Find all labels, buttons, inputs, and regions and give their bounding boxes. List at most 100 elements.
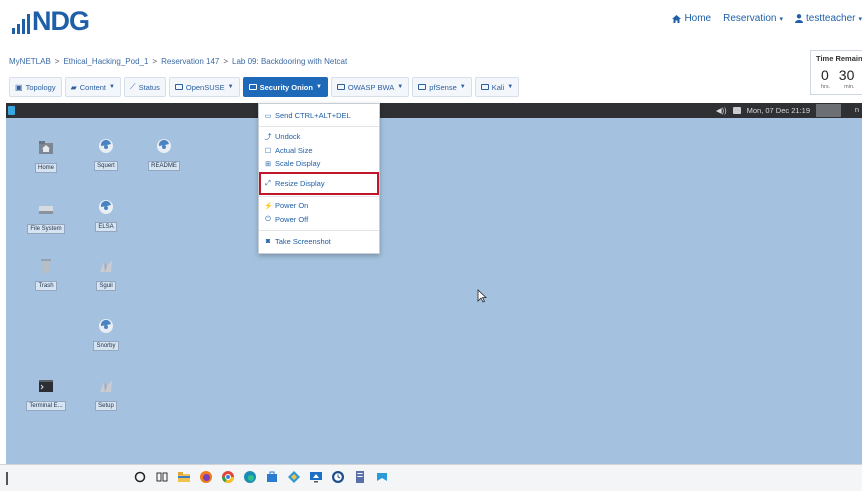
menu-item-power-off[interactable]: ⏻ Power Off xyxy=(264,214,308,225)
mouse-pointer-icon xyxy=(477,289,487,303)
vm-tab-pfsense[interactable]: pfSense ▼ xyxy=(412,77,472,97)
vm-desktop[interactable]: ◀)) Mon, 07 Dec 21:19 n Home Squert READ… xyxy=(6,103,862,485)
menu-item-label: Scale Display xyxy=(275,159,321,168)
breadcrumb-pod[interactable]: Ethical_Hacking_Pod_1 xyxy=(63,57,148,66)
chrome-icon[interactable] xyxy=(219,467,237,487)
vm-tab-opensuse[interactable]: OpenSUSE ▼ xyxy=(168,77,240,97)
topology-button[interactable]: ▣ Topology xyxy=(9,77,62,97)
logo-bars-icon xyxy=(12,12,30,34)
menu-item-label: Actual Size xyxy=(275,146,313,155)
menu-item-scale-display[interactable]: ⊞ Scale Display xyxy=(264,158,320,169)
desktop-icon-terminal[interactable]: Terminal E... xyxy=(24,378,68,412)
caret-down-icon: ▼ xyxy=(227,84,234,90)
time-remaining-panel: Time Remaining 0 30 hrs. min. xyxy=(810,50,862,95)
caret-down-icon: ▼ xyxy=(315,84,322,90)
desktop-icon-trash[interactable]: Trash xyxy=(24,258,68,292)
desktop-icon-label: Snorby xyxy=(93,341,119,351)
monitor-icon xyxy=(336,84,345,90)
content-dropdown[interactable]: ▰ Content ▼ xyxy=(64,77,121,97)
desktop-icon-setup[interactable]: Setup xyxy=(84,378,128,412)
home-folder-icon xyxy=(39,141,53,154)
desktop-icon-label: README xyxy=(148,161,180,171)
user-icon xyxy=(795,14,803,23)
breadcrumb-mynetlab[interactable]: MyNETLAB xyxy=(9,57,51,66)
menu-item-label: Take Screenshot xyxy=(275,237,331,246)
desktop-icon-squert[interactable]: Squert xyxy=(84,138,128,172)
setup-icon xyxy=(100,380,112,392)
desktop-icon-label: Setup xyxy=(95,401,117,411)
reservation-menu-label: Reservation xyxy=(723,13,777,24)
caret-down-icon: ▼ xyxy=(109,84,115,90)
app-diamond-icon[interactable] xyxy=(285,467,303,487)
menu-item-power-on[interactable]: ⚡ Power On xyxy=(264,200,308,211)
home-link-label: Home xyxy=(684,13,712,24)
vm-tab-opensuse-label: OpenSUSE xyxy=(185,82,225,92)
store-icon[interactable] xyxy=(263,467,281,487)
notepad-icon[interactable] xyxy=(351,467,369,487)
app-menu-icon[interactable] xyxy=(8,106,15,115)
menu-item-label: Send CTRL+ALT+DEL xyxy=(275,111,351,120)
desktop-icon-sguil[interactable]: Sguil xyxy=(84,258,128,292)
task-view-icon[interactable] xyxy=(153,467,171,487)
volume-icon[interactable]: ◀)) xyxy=(716,106,727,115)
caret-down-icon: ▼ xyxy=(397,84,404,90)
breadcrumb-separator-icon: > xyxy=(223,57,229,66)
menu-item-label: Undock xyxy=(275,132,301,141)
workspace-indicator[interactable] xyxy=(816,104,841,117)
desktop-icon-readme[interactable]: README xyxy=(142,138,186,172)
caret-down-icon: ▾ xyxy=(858,15,862,23)
time-minutes-unit: min. xyxy=(844,84,855,90)
monitor-icon xyxy=(418,84,427,90)
time-remaining-title: Time Remaining xyxy=(816,54,862,63)
elsa-icon xyxy=(99,200,113,214)
search-icon[interactable] xyxy=(131,467,149,487)
clock-app-icon[interactable] xyxy=(329,467,347,487)
breadcrumb-reservation[interactable]: Reservation 147 xyxy=(161,57,219,66)
desktop-icon-elsa[interactable]: ELSA xyxy=(84,199,128,233)
desktop-icon-label: Squert xyxy=(94,161,118,171)
keyboard-icon: ▭ xyxy=(264,112,272,120)
vm-tab-kali[interactable]: Kali ▼ xyxy=(474,77,520,97)
scale-icon: ⊞ xyxy=(265,160,271,168)
host-taskbar xyxy=(0,464,862,491)
desktop-icon-snorby[interactable]: Snorby xyxy=(84,318,128,352)
desktop-icon-label: File System xyxy=(27,224,65,234)
menu-item-undock[interactable]: ⤴ Undock xyxy=(264,131,301,142)
file-explorer-icon[interactable] xyxy=(175,467,193,487)
home-link[interactable]: Home xyxy=(672,13,711,24)
menu-item-send-ctrl-alt-del[interactable]: ▭ Send CTRL+ALT+DEL xyxy=(264,110,351,121)
hard-drive-icon xyxy=(39,206,53,214)
desktop-icon-label: Home xyxy=(34,163,57,173)
vm-tab-security-onion-label: Security Onion xyxy=(259,82,313,92)
monitor-icon xyxy=(248,84,257,90)
menu-item-actual-size[interactable]: ☐ Actual Size xyxy=(264,145,313,156)
puzzle-app-icon[interactable] xyxy=(373,467,391,487)
power-off-icon: ⏻ xyxy=(265,215,271,223)
vm-tab-pfsense-label: pfSense xyxy=(429,82,457,92)
vm-tab-owasp[interactable]: OWASP BWA ▼ xyxy=(330,77,410,97)
reservation-menu[interactable]: Reservation ▾ xyxy=(723,13,783,24)
breadcrumb-separator-icon: > xyxy=(54,57,60,66)
desktop-icon-file-system[interactable]: File System xyxy=(24,201,68,235)
caret-down-icon: ▾ xyxy=(779,15,783,23)
edge-icon[interactable] xyxy=(241,467,259,487)
desktop-icon-home[interactable]: Home xyxy=(24,140,68,174)
vm-clock[interactable]: Mon, 07 Dec 21:19 xyxy=(747,106,810,115)
mail-icon[interactable] xyxy=(732,107,741,114)
desktop-icon-label: Trash xyxy=(35,281,57,291)
remote-desktop-icon[interactable] xyxy=(307,467,325,487)
firefox-icon[interactable] xyxy=(197,467,215,487)
menu-item-take-screenshot[interactable]: ◙ Take Screenshot xyxy=(264,236,331,247)
menu-divider xyxy=(259,196,379,197)
breadcrumb: MyNETLAB > Ethical_Hacking_Pod_1 > Reser… xyxy=(9,57,347,66)
ndg-logo[interactable]: NDG xyxy=(12,8,90,35)
user-menu[interactable]: testteacher ▾ xyxy=(795,13,862,24)
netlab-page: NDG Home Reservation ▾ testteacher ▾ MyN… xyxy=(0,0,862,491)
monitor-icon xyxy=(480,84,489,90)
power-on-icon: ⚡ xyxy=(264,202,273,210)
vm-tab-security-onion[interactable]: Security Onion ▼ xyxy=(242,77,328,97)
status-button[interactable]: ⟋ Status xyxy=(123,77,166,97)
camera-icon: ◙ xyxy=(265,238,271,245)
time-minutes: 30 xyxy=(838,67,855,83)
terminal-icon xyxy=(39,380,53,392)
